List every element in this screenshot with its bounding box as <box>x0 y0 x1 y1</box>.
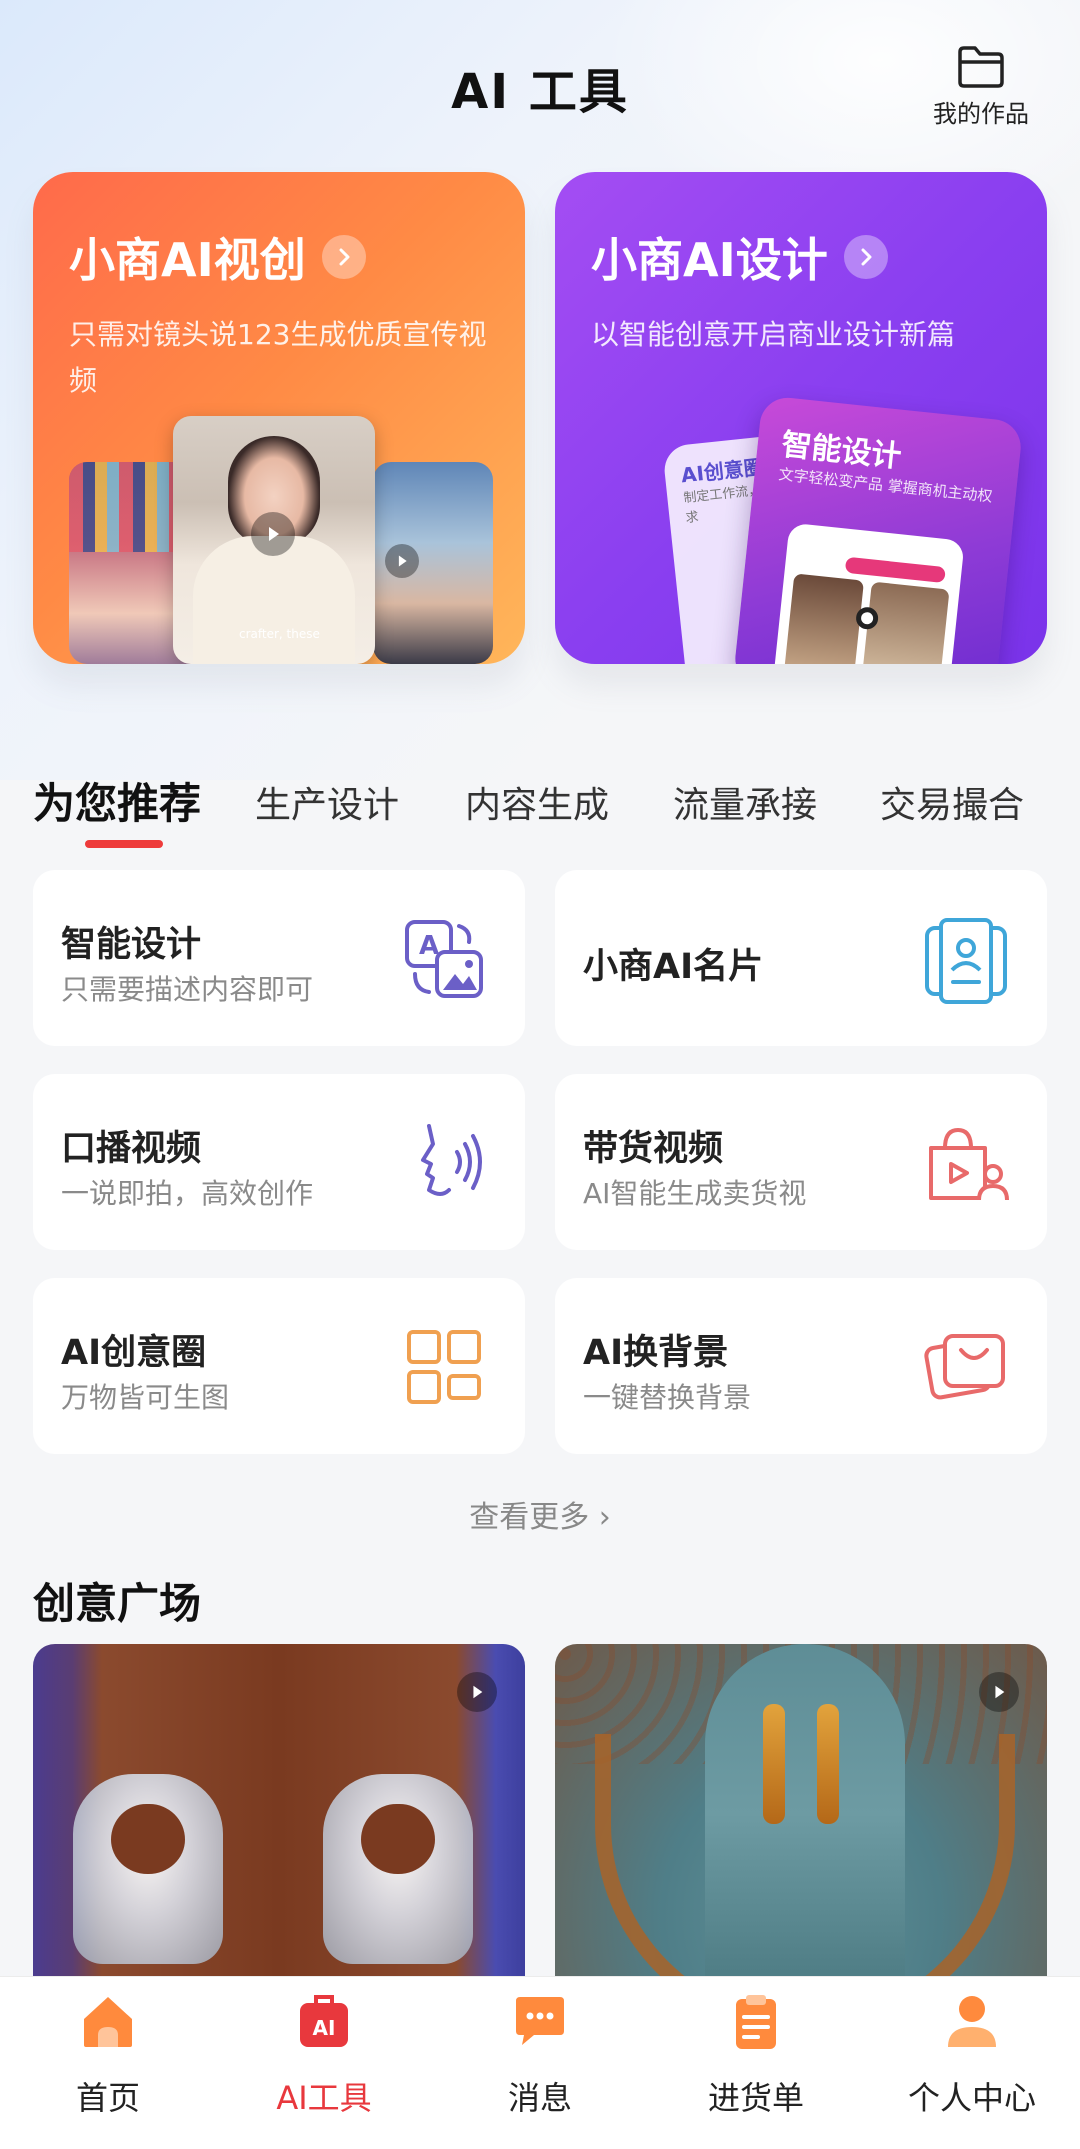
tool-name: 智能设计 <box>61 925 202 965</box>
ai-toolbox-icon: AI <box>300 1995 348 2047</box>
home-icon <box>84 1997 132 2047</box>
product-image <box>73 1774 223 1964</box>
feed-card[interactable] <box>555 1644 1047 1984</box>
tool-name: 口播视频 <box>61 1129 202 1169</box>
tool-description: 万物皆可生图 <box>61 1381 230 1414</box>
play-icon <box>251 512 295 556</box>
folder-icon <box>958 46 1004 88</box>
clipboard-icon <box>736 1995 776 2049</box>
tool-description: 一说即拍，高效创作 <box>61 1177 314 1210</box>
nav-home[interactable]: 首页 <box>0 1977 216 2149</box>
product-image <box>323 1774 473 1964</box>
nav-messages[interactable]: 消息 <box>432 1977 648 2149</box>
tool-name: 小商AI名片 <box>583 947 764 987</box>
my-works-label: 我的作品 <box>933 100 1029 128</box>
panda-image <box>855 606 880 631</box>
nav-ai-tools[interactable]: AI AI工具 <box>216 1977 432 2149</box>
message-icon <box>516 1997 564 2045</box>
nav-purchase-list[interactable]: 进货单 <box>648 1977 864 2149</box>
header: AI 工具 我的作品 <box>0 0 1080 170</box>
pill-badge <box>844 556 946 584</box>
tool-card-smart-design[interactable]: 智能设计 只需要描述内容即可 A <box>33 870 525 1046</box>
hero-subtitle: 以智能创意开启商业设计新篇 <box>591 318 956 351</box>
product-image <box>763 1704 785 1824</box>
grid-icon <box>407 1330 481 1404</box>
smart-design-preview-card: 智能设计 文字轻松变产品 掌握商机主动权 <box>732 395 1024 664</box>
hero-title: 小商AI视创 <box>69 224 366 290</box>
tool-description: 一键替换背景 <box>583 1381 752 1414</box>
nav-profile[interactable]: 个人中心 <box>864 1977 1080 2149</box>
active-tab-indicator <box>85 840 163 848</box>
tab-trade-matching[interactable]: 交易撮合 <box>880 776 1024 828</box>
hero-title-text: 小商AI视创 <box>69 233 306 287</box>
hero-title-text: 小商AI设计 <box>591 233 828 287</box>
product-image <box>595 1734 1015 1984</box>
person-icon <box>948 1996 996 2047</box>
tool-name: 带货视频 <box>583 1129 724 1169</box>
tool-card-sales-video[interactable]: 带货视频 AI智能生成卖货视 <box>555 1074 1047 1250</box>
chevron-right-icon <box>843 235 888 279</box>
image-stack-icon <box>924 1334 1005 1400</box>
svg-text:AI: AI <box>313 2016 336 2040</box>
section-title: 创意广场 <box>33 1579 202 1628</box>
nav-label: 进货单 <box>707 2079 804 2117</box>
speaking-face-icon <box>421 1124 482 1196</box>
translate-image-icon: A <box>405 920 483 998</box>
nav-label: AI工具 <box>276 2079 372 2117</box>
feed-card[interactable] <box>33 1644 525 1984</box>
category-tabs: 为您推荐 生产设计 内容生成 流量承接 交易撮合 <box>33 770 1080 850</box>
tab-traffic[interactable]: 流量承接 <box>673 776 817 828</box>
tool-card-ai-business-card[interactable]: 小商AI名片 <box>555 870 1047 1046</box>
hero-subtitle: 只需对镜头说123生成优质宣传视频 <box>69 318 487 397</box>
tool-description: 只需要描述内容即可 <box>61 973 314 1006</box>
play-icon <box>979 1672 1019 1712</box>
chevron-right-icon <box>321 235 366 279</box>
nav-label: 消息 <box>507 2079 572 2117</box>
tool-description: AI智能生成卖货视 <box>583 1177 807 1210</box>
play-icon <box>385 544 419 578</box>
my-works-button[interactable]: 我的作品 <box>916 44 1046 129</box>
tab-content-generation[interactable]: 内容生成 <box>465 776 609 828</box>
hero-card-ai-design[interactable]: 小商AI设计 以智能创意开启商业设计新篇 AI创意圈 制定工作流，满足电商场景创… <box>555 172 1047 664</box>
business-card-icon <box>925 918 1007 1004</box>
phone-mockup-screen <box>772 522 965 664</box>
tool-name: AI换背景 <box>583 1333 729 1373</box>
product-image <box>817 1704 839 1824</box>
shopping-bag-video-icon <box>929 1127 1009 1201</box>
video-caption: crafter, these <box>239 627 320 641</box>
nav-label: 个人中心 <box>907 2079 1036 2117</box>
tool-card-ai-background[interactable]: AI换背景 一键替换背景 <box>555 1278 1047 1454</box>
play-icon <box>457 1672 497 1712</box>
bottom-navigation: 首页 AI AI工具 消息 进货单 个人中心 <box>0 1976 1080 2149</box>
hero-title: 小商AI设计 <box>591 224 888 290</box>
tab-production-design[interactable]: 生产设计 <box>255 776 399 828</box>
tool-name: AI创意圈 <box>61 1333 207 1373</box>
tool-card-voice-video[interactable]: 口播视频 一说即拍，高效创作 <box>33 1074 525 1250</box>
nav-label: 首页 <box>75 2079 140 2117</box>
tool-card-ai-creative-circle[interactable]: AI创意圈 万物皆可生图 <box>33 1278 525 1454</box>
see-more-link[interactable]: 查看更多 › <box>0 1492 1080 1536</box>
hero-card-ai-video[interactable]: 小商AI视创 只需对镜头说123生成优质宣传视频 crafter, these <box>33 172 525 664</box>
tab-recommended[interactable]: 为您推荐 <box>33 770 201 831</box>
